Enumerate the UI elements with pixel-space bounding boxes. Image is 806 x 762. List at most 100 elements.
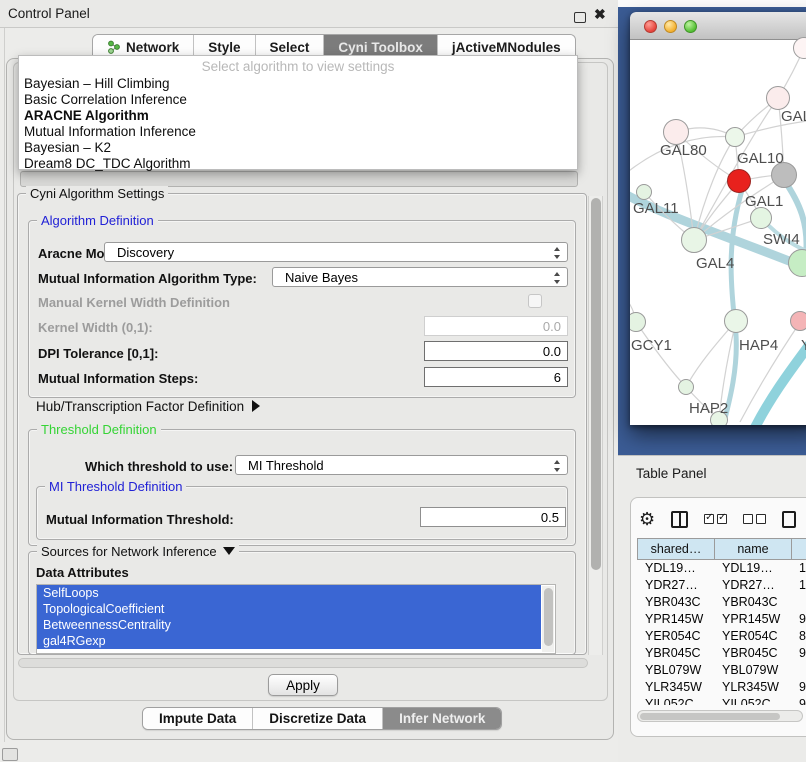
cell xyxy=(791,594,806,611)
table-row[interactable]: YBR045C YBR045C 9. xyxy=(637,645,806,662)
settings-horizontal-scrollbar[interactable] xyxy=(18,658,588,668)
attribute-item[interactable]: BetweennessCentrality xyxy=(37,617,541,633)
scrollbar-thumb[interactable] xyxy=(640,713,780,720)
cyni-algorithm-settings-title: Cyni Algorithm Settings xyxy=(26,186,168,201)
dropdown-item[interactable]: Mutual Information Inference xyxy=(19,124,577,140)
manual-kernel-checkbox[interactable] xyxy=(528,294,542,308)
table-toolbar: ⚙ xyxy=(639,506,796,532)
cell: YER054C xyxy=(714,628,791,645)
mi-steps-input[interactable]: 6 xyxy=(424,367,568,387)
dropdown-item[interactable]: Bayesian – K2 xyxy=(19,140,577,156)
kernel-width-label: Kernel Width (0,1): xyxy=(38,320,153,335)
network-node-pink[interactable] xyxy=(790,311,806,331)
aracne-mode-combo[interactable]: Discovery xyxy=(104,242,568,262)
bottom-tabbar: Impute Data Discretize Data Infer Networ… xyxy=(142,707,502,730)
table-row[interactable]: YBL079W YBL079W xyxy=(637,662,806,679)
tab-infer-network-label: Infer Network xyxy=(399,711,485,726)
cell: YDR27… xyxy=(637,577,714,594)
minimized-panel-icon[interactable] xyxy=(2,748,18,761)
columns-icon[interactable] xyxy=(671,511,688,528)
close-traffic-light-icon[interactable] xyxy=(644,20,657,33)
algorithm-combo-collapsed[interactable] xyxy=(20,171,578,187)
gear-icon[interactable]: ⚙ xyxy=(639,510,655,528)
close-icon[interactable]: ✖ xyxy=(594,6,606,23)
network-node[interactable] xyxy=(766,86,790,110)
dropdown-item-selected[interactable]: ARACNE Algorithm xyxy=(19,108,577,124)
mi-threshold-label: Mutual Information Threshold: xyxy=(46,512,234,527)
sources-title-row[interactable]: Sources for Network Inference xyxy=(37,544,239,559)
node-label: SWI4 xyxy=(763,231,800,248)
attribute-item[interactable]: gal4RGexp xyxy=(37,633,541,649)
zoom-traffic-light-icon[interactable] xyxy=(684,20,697,33)
column-header[interactable]: A xyxy=(791,538,806,560)
dpi-tolerance-label: DPI Tolerance [0,1]: xyxy=(38,346,158,361)
network-canvas[interactable]: GAL GAL80 GAL10 GAL11 GAL1 SWI4 GAL4 GCY… xyxy=(630,40,806,425)
algorithm-dropdown-popup: Select algorithm to view settings Bayesi… xyxy=(18,55,578,170)
data-attributes-list[interactable]: SelfLoops TopologicalCoefficient Between… xyxy=(36,584,556,654)
dropdown-item[interactable]: Basic Correlation Inference xyxy=(19,92,577,108)
tab-discretize-data[interactable]: Discretize Data xyxy=(253,708,383,729)
network-node[interactable] xyxy=(724,309,748,333)
data-attributes-label: Data Attributes xyxy=(36,565,129,580)
float-window-icon[interactable] xyxy=(574,12,586,23)
network-node[interactable] xyxy=(636,184,652,200)
tab-impute-data[interactable]: Impute Data xyxy=(143,708,253,729)
settings-vertical-scrollbar-thumb[interactable] xyxy=(591,198,601,570)
cell: 8. xyxy=(791,628,806,645)
table-row[interactable]: YIL052C YIL052C 9 xyxy=(637,696,806,705)
attribute-list-scrollbar[interactable] xyxy=(542,586,554,652)
attribute-item[interactable]: SelfLoops xyxy=(37,585,541,601)
minimize-traffic-light-icon[interactable] xyxy=(664,20,677,33)
unchecked-box-icon xyxy=(743,514,753,524)
table-row[interactable]: YPR145W YPR145W 9. xyxy=(637,611,806,628)
table-header-row: shared… name A xyxy=(637,538,806,560)
tab-cyni-toolbox-label: Cyni Toolbox xyxy=(338,40,423,55)
mi-threshold-input[interactable]: 0.5 xyxy=(420,507,566,527)
cell: YBR043C xyxy=(637,594,714,611)
control-panel-title: Control Panel xyxy=(8,6,90,21)
collapse-down-icon xyxy=(223,547,235,555)
network-node[interactable] xyxy=(750,207,772,229)
cell: 9. xyxy=(791,679,806,696)
network-view-window[interactable]: GAL GAL80 GAL10 GAL11 GAL1 SWI4 GAL4 GCY… xyxy=(630,12,806,425)
cell: YIL052C xyxy=(637,696,714,705)
cell: YBR045C xyxy=(637,645,714,662)
network-node[interactable] xyxy=(678,379,694,395)
table-horizontal-scrollbar[interactable] xyxy=(637,710,803,722)
dropdown-item[interactable]: Dream8 DC_TDC Algorithm xyxy=(19,156,577,172)
cell: 9 xyxy=(791,696,806,705)
table-row[interactable]: YLR345W YLR345W 9. xyxy=(637,679,806,696)
table-row[interactable]: YDR27… YDR27… 12 xyxy=(637,577,806,594)
which-threshold-combo[interactable]: MI Threshold xyxy=(235,455,568,475)
node-label: Y xyxy=(801,337,806,354)
column-header[interactable]: name xyxy=(714,538,791,560)
apply-button[interactable]: Apply xyxy=(268,674,338,696)
mi-type-combo[interactable]: Naive Bayes xyxy=(272,267,568,287)
tab-infer-network[interactable]: Infer Network xyxy=(383,708,501,729)
column-header[interactable]: shared… xyxy=(637,538,714,560)
which-threshold-value: MI Threshold xyxy=(248,458,324,473)
export-table-icon[interactable] xyxy=(782,511,796,528)
table-row[interactable]: YDL19… YDL19… 13 xyxy=(637,560,806,577)
network-node[interactable] xyxy=(681,227,707,253)
table-row[interactable]: YER054C YER054C 8. xyxy=(637,628,806,645)
attribute-item[interactable]: TopologicalCoefficient xyxy=(37,601,541,617)
node-label: GAL10 xyxy=(737,150,784,167)
stepper-icon xyxy=(554,272,561,284)
manual-kernel-label: Manual Kernel Width Definition xyxy=(38,295,230,310)
node-label: GAL80 xyxy=(660,142,707,159)
scrollbar-thumb[interactable] xyxy=(544,588,553,646)
select-all-columns-icon[interactable] xyxy=(704,514,727,524)
mi-type-label: Mutual Information Algorithm Type: xyxy=(38,271,257,286)
checked-box-icon xyxy=(704,514,714,524)
dropdown-item[interactable]: Bayesian – Hill Climbing xyxy=(19,76,577,92)
expand-right-icon xyxy=(252,400,260,412)
dpi-tolerance-input[interactable]: 0.0 xyxy=(424,341,568,361)
network-node[interactable] xyxy=(725,127,745,147)
cell: YLR345W xyxy=(637,679,714,696)
deselect-all-columns-icon[interactable] xyxy=(743,514,766,524)
table-row[interactable]: YBR043C YBR043C xyxy=(637,594,806,611)
hub-definition-toggle[interactable]: Hub/Transcription Factor Definition xyxy=(36,399,260,414)
network-window-titlebar[interactable] xyxy=(630,12,806,40)
network-node-selected-red[interactable] xyxy=(727,169,751,193)
